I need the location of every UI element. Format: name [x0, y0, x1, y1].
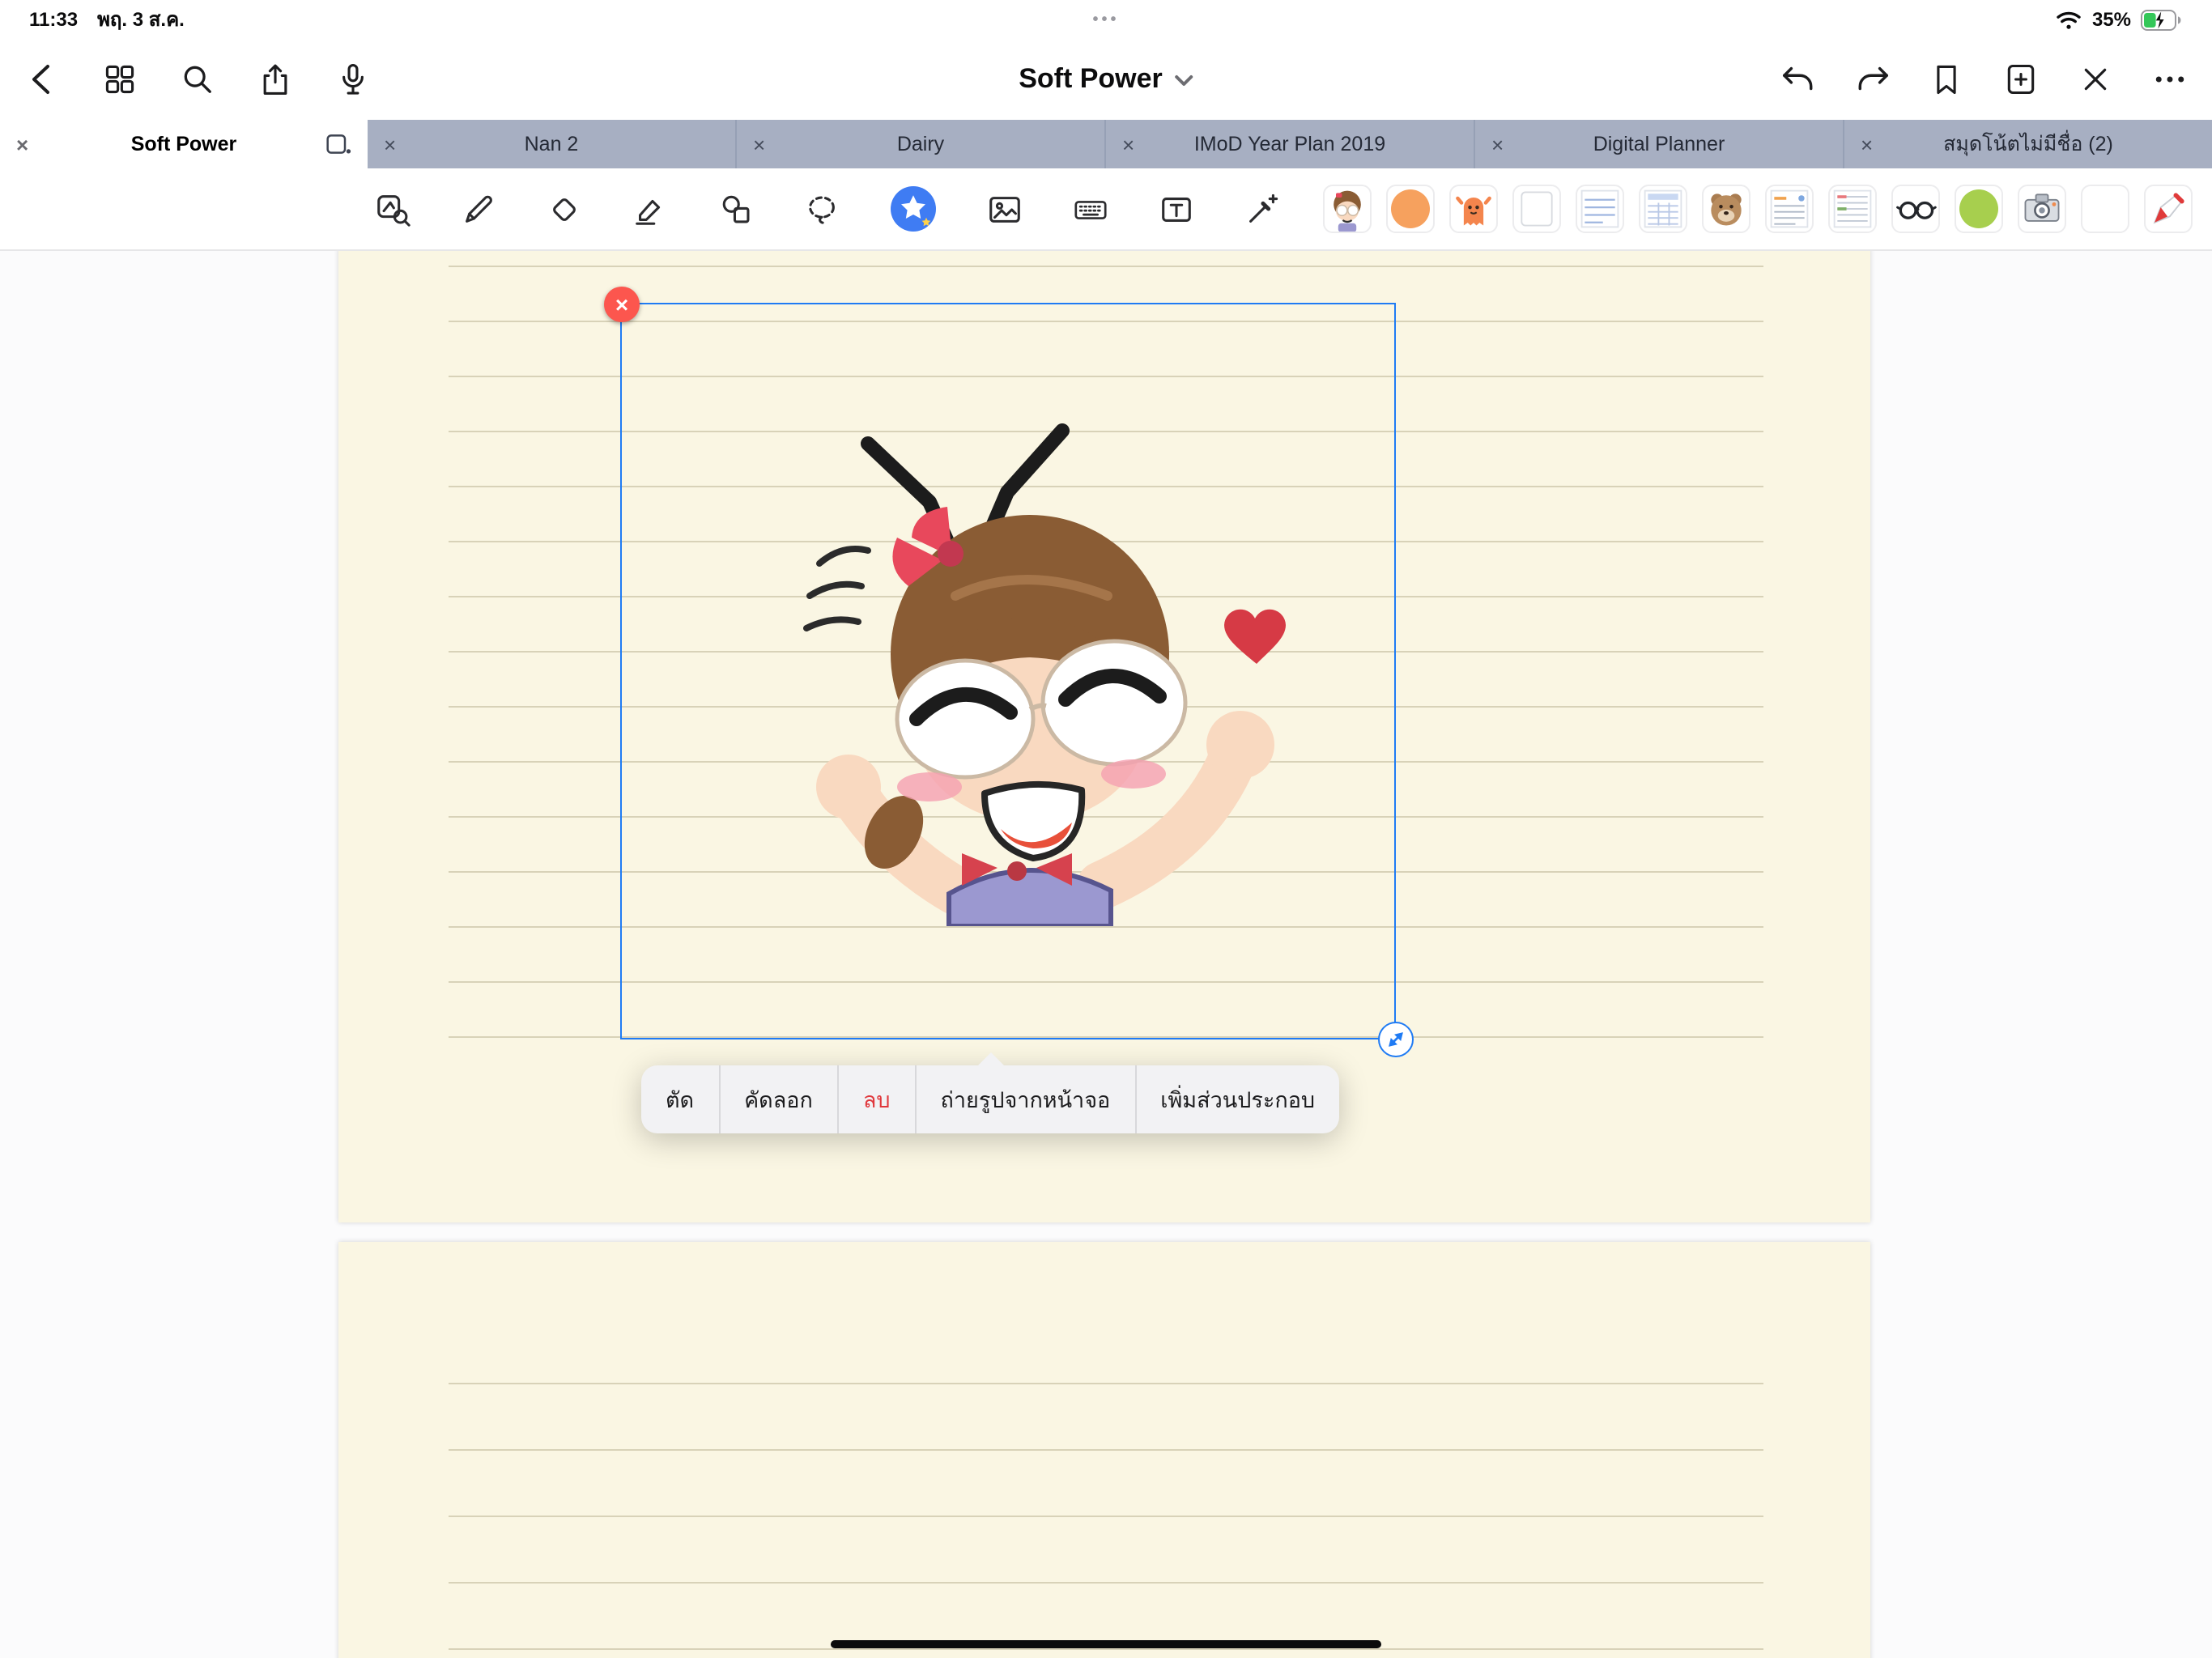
tab-label: Soft Power	[131, 133, 237, 155]
selection-box[interactable]: ×	[620, 303, 1396, 1039]
girl-sticker[interactable]	[1323, 185, 1372, 233]
microphone-button[interactable]	[334, 60, 372, 99]
document-title[interactable]: Soft Power	[1019, 63, 1193, 96]
context-menu: ตัด คัดลอก ลบ ถ่ายรูปจากหน้าจอ เพิ่มส่วน…	[641, 1065, 1339, 1133]
home-indicator[interactable]	[831, 1640, 1381, 1648]
ruled-lines	[449, 1383, 1763, 1658]
page-panel-icon[interactable]	[325, 133, 351, 155]
document-title-label: Soft Power	[1019, 63, 1163, 96]
menu-item-delete[interactable]: ลบ	[839, 1065, 917, 1133]
multitask-dots-icon: •••	[1092, 11, 1119, 28]
bookmark-button[interactable]	[1927, 60, 1966, 99]
ghost-sticker[interactable]	[1449, 185, 1498, 233]
tab-label: สมุดโน้ตไม่มีชื่อ (2)	[1943, 128, 2113, 160]
search-button[interactable]	[178, 60, 217, 99]
battery-charging-icon	[2141, 9, 2183, 30]
white-card-sticker[interactable]	[1512, 185, 1561, 233]
battery-percent: 35%	[2092, 8, 2131, 31]
documents-grid-button[interactable]	[100, 60, 139, 99]
nav-left-group	[23, 60, 372, 99]
tab-close-icon[interactable]: ×	[1122, 134, 1134, 155]
add-page-button[interactable]	[2001, 60, 2040, 99]
tab-untitled-notebook[interactable]: × สมุดโน้ตไม่มีชื่อ (2)	[1844, 120, 2212, 168]
planner-template[interactable]	[1639, 185, 1687, 233]
nav-bar: Soft Power	[0, 39, 2212, 120]
more-options-button[interactable]	[2150, 60, 2189, 99]
wifi-icon	[2055, 9, 2082, 30]
eraser-tool[interactable]	[546, 190, 583, 227]
elements-tool[interactable]	[889, 185, 938, 233]
tab-dairy[interactable]: × Dairy	[737, 120, 1106, 168]
bear-sticker[interactable]	[1702, 185, 1750, 233]
tab-close-icon[interactable]: ×	[1861, 134, 1873, 155]
shapes-tool[interactable]	[717, 190, 755, 227]
camera-sticker[interactable]	[2018, 185, 2066, 233]
laser-pointer-tool[interactable]	[1244, 190, 1281, 227]
clock: 11:33	[29, 8, 78, 31]
toolbar	[0, 168, 2212, 251]
tab-label: Digital Planner	[1593, 133, 1725, 155]
favorites-strip	[1323, 185, 2193, 233]
context-menu-pointer	[976, 1052, 1005, 1067]
tab-label: IMoD Year Plan 2019	[1194, 133, 1385, 155]
app-root: 11:33 พฤ. 3 ส.ค. ••• 35%	[0, 0, 2212, 1658]
zoom-write-tool[interactable]	[374, 190, 411, 227]
keyboard-tool[interactable]	[1072, 190, 1109, 227]
tab-close-icon[interactable]: ×	[16, 134, 28, 155]
green-circle-sticker[interactable]	[1955, 185, 2003, 233]
selection-resize-handle[interactable]	[1378, 1022, 1414, 1057]
redo-button[interactable]	[1853, 60, 1891, 99]
highlighter-tool[interactable]	[632, 190, 669, 227]
color-lines-template[interactable]	[1765, 185, 1814, 233]
blank-card-sticker[interactable]	[2081, 185, 2129, 233]
notebook-page-2[interactable]	[338, 1242, 1870, 1658]
orange-circle-sticker[interactable]	[1386, 185, 1435, 233]
status-bar: 11:33 พฤ. 3 ส.ค. ••• 35%	[0, 0, 2212, 39]
tab-close-icon[interactable]: ×	[753, 134, 765, 155]
status-left: 11:33 พฤ. 3 ส.ค.	[29, 4, 185, 35]
menu-item-copy[interactable]: คัดลอก	[720, 1065, 839, 1133]
status-date: พฤ. 3 ส.ค.	[97, 4, 185, 35]
status-right: 35%	[2055, 8, 2183, 31]
glasses-sticker[interactable]	[1891, 185, 1940, 233]
lasso-tool[interactable]	[803, 190, 840, 227]
tool-group	[374, 185, 1281, 233]
tab-nan-2[interactable]: × Nan 2	[368, 120, 737, 168]
chevron-down-icon	[1174, 63, 1193, 96]
undo-button[interactable]	[1778, 60, 1817, 99]
tab-imod-year-plan[interactable]: × IMoD Year Plan 2019	[1106, 120, 1475, 168]
tab-close-icon[interactable]: ×	[1491, 134, 1504, 155]
close-document-button[interactable]	[2076, 60, 2115, 99]
lined-template[interactable]	[1576, 185, 1624, 233]
tab-close-icon[interactable]: ×	[384, 134, 396, 155]
pen-tool[interactable]	[460, 190, 497, 227]
menu-item-screenshot[interactable]: ถ่ายรูปจากหน้าจอ	[917, 1065, 1137, 1133]
text-tool[interactable]	[1158, 190, 1195, 227]
lines-template[interactable]	[1828, 185, 1877, 233]
selection-delete-icon[interactable]: ×	[604, 287, 640, 322]
document-canvas: × ตัด คัดลอก ลบ ถ่ายรูปจากหน้าจอ เพิ่มส่…	[0, 251, 2212, 1658]
red-pen-sticker[interactable]	[2144, 185, 2193, 233]
tab-label: Dairy	[897, 133, 944, 155]
tab-bar: × Soft Power × Nan 2 × Dairy × IMoD Year…	[0, 120, 2212, 168]
back-button[interactable]	[23, 60, 62, 99]
nav-right-group	[1778, 60, 2189, 99]
menu-item-cut[interactable]: ตัด	[641, 1065, 720, 1133]
share-button[interactable]	[256, 60, 295, 99]
tab-digital-planner[interactable]: × Digital Planner	[1475, 120, 1844, 168]
tab-label: Nan 2	[525, 133, 579, 155]
menu-item-add-component[interactable]: เพิ่มส่วนประกอบ	[1136, 1065, 1339, 1133]
tab-soft-power[interactable]: × Soft Power	[0, 120, 368, 168]
image-tool[interactable]	[986, 190, 1023, 227]
